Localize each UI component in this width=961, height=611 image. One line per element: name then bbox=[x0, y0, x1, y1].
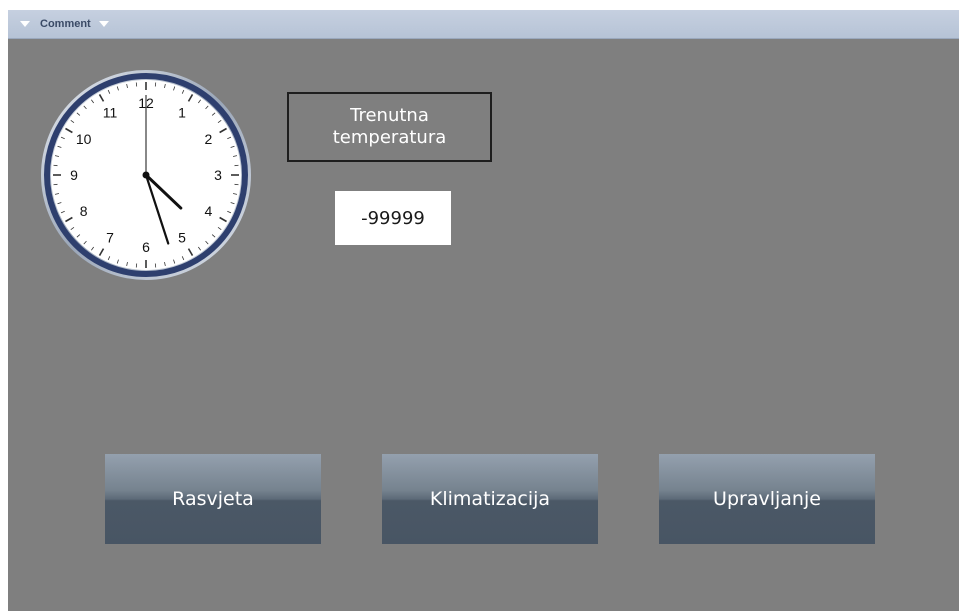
upravljanje-button[interactable]: Upravljanje bbox=[659, 454, 875, 544]
clock-numeral: 8 bbox=[80, 203, 88, 219]
temperature-value: -99999 bbox=[361, 207, 425, 229]
clock-numeral: 9 bbox=[70, 167, 78, 183]
clock-numeral: 4 bbox=[204, 203, 212, 219]
analog-clock: 121234567891011 bbox=[41, 70, 251, 280]
clock-numeral: 5 bbox=[178, 229, 186, 245]
clock-center-pin bbox=[142, 171, 150, 179]
clock-numeral: 3 bbox=[214, 167, 222, 183]
klimatizacija-button[interactable]: Klimatizacija bbox=[382, 454, 598, 544]
hmi-screen: Comment 12 1 2 3 4 5 6 7 8 9 10 11 Trenutna tempera… bbox=[8, 10, 959, 611]
clock-numeral: 2 bbox=[204, 131, 212, 147]
comment-label: Comment bbox=[40, 18, 91, 30]
temperature-value-field: -99999 bbox=[335, 191, 451, 245]
clock-numeral: 7 bbox=[106, 229, 114, 245]
comment-bar[interactable]: Comment bbox=[8, 10, 959, 39]
clock-numeral: 11 bbox=[103, 105, 118, 121]
rasvjeta-button[interactable]: Rasvjeta bbox=[105, 454, 321, 544]
clock-numeral: 1 bbox=[178, 105, 186, 121]
rasvjeta-button-label: Rasvjeta bbox=[172, 488, 254, 510]
upravljanje-button-label: Upravljanje bbox=[713, 488, 821, 510]
triangle-down-icon[interactable] bbox=[20, 21, 30, 27]
temperature-label: Trenutna temperatura bbox=[332, 105, 447, 148]
temperature-label-box: Trenutna temperatura bbox=[287, 92, 492, 162]
triangle-down-icon[interactable] bbox=[98, 21, 109, 27]
clock-numeral: 10 bbox=[76, 131, 92, 147]
clock-numeral: 6 bbox=[142, 239, 150, 255]
klimatizacija-button-label: Klimatizacija bbox=[429, 488, 551, 510]
